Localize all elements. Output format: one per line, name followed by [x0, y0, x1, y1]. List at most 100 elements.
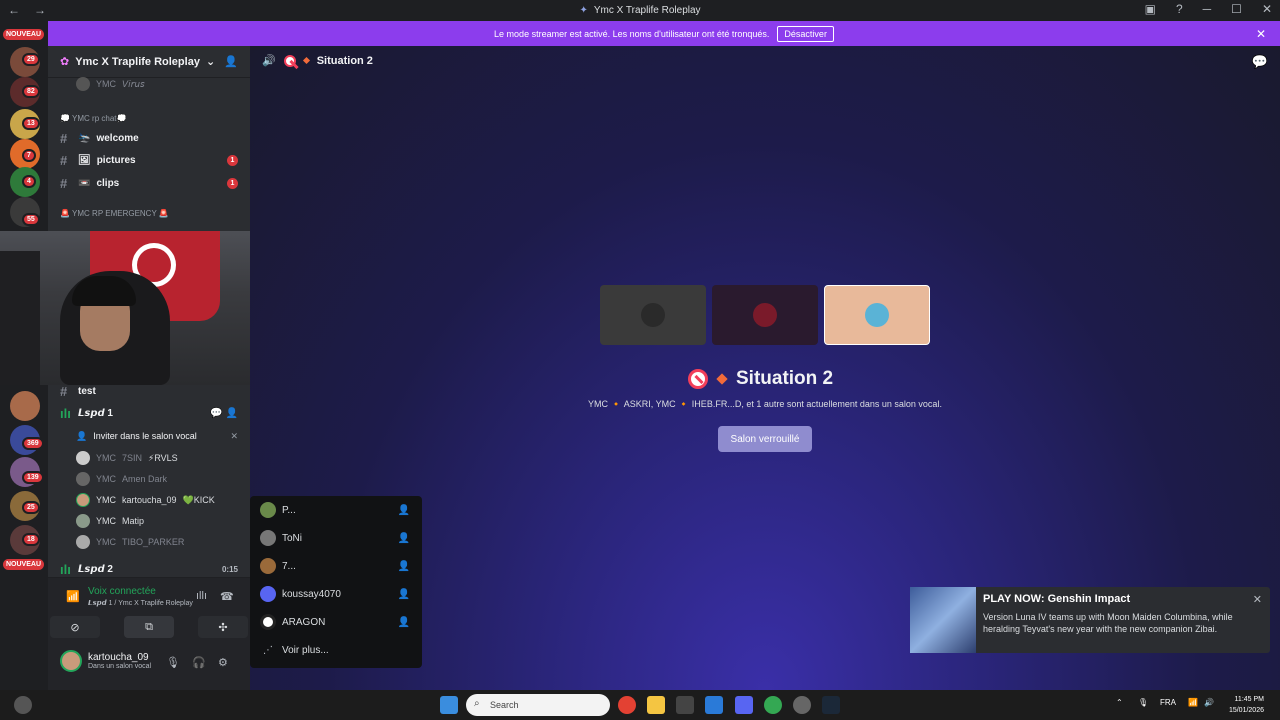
member-name: TIBO_PARKER [122, 537, 185, 547]
voice-member[interactable]: YMC Amen Dark [76, 469, 246, 489]
volume-icon[interactable]: 🔊 [1204, 698, 1214, 707]
user-panel[interactable]: kartoucha_09 Dans un salon vocal [60, 650, 151, 672]
participant-tile[interactable] [712, 285, 818, 345]
video-off-button[interactable]: ⊘ [50, 616, 100, 638]
avatar [76, 77, 90, 91]
member-name: Matip [122, 516, 145, 526]
forward-arrow-icon[interactable]: → [34, 3, 46, 17]
invite-list-item[interactable]: ToNi 👤 [260, 527, 414, 549]
voice-channel-lspd2[interactable]: ılı 𝙇𝙨𝙥𝙙 2 0:15 [56, 559, 246, 579]
minimize-icon[interactable]: ─ [1203, 2, 1212, 16]
channel-welcome[interactable]: # 🛬 welcome [56, 128, 246, 148]
steam-icon[interactable] [822, 696, 840, 714]
store-icon[interactable] [676, 696, 694, 714]
avatar [865, 303, 889, 327]
webcam-chair [0, 251, 40, 385]
language-indicator[interactable]: FRA [1160, 698, 1176, 707]
voice-member[interactable]: YMC 7SIN ⚡RVLS [76, 448, 246, 468]
widgets-icon[interactable] [14, 696, 32, 714]
invite-user-icon[interactable]: 👤 [398, 617, 410, 628]
locked-channel-button[interactable]: Salon verrouillé [718, 426, 812, 452]
inbox-icon[interactable]: ▣ [1145, 2, 1156, 16]
participant-tile[interactable] [600, 285, 706, 345]
headphones-icon[interactable]: 🎧 [192, 656, 206, 669]
voice-member[interactable]: YMC Matip [76, 511, 246, 531]
voice-status[interactable]: Voix connectée [88, 586, 156, 597]
invite-user-icon[interactable]: 👤 [398, 533, 410, 544]
noise-suppression-icon[interactable]: ıllı [196, 590, 207, 602]
invite-user-icon[interactable]: 👤 [398, 589, 410, 600]
screen-share-button[interactable]: ⧉ [124, 616, 174, 638]
channel-name: clips [96, 177, 120, 189]
member-tag: 💚KICK [182, 494, 215, 505]
avatar [76, 514, 90, 528]
invite-name: 7... [282, 560, 296, 572]
server-icon[interactable] [10, 391, 40, 421]
clock[interactable]: 11:45 PM 15/01/2026 [1229, 694, 1264, 716]
avatar [76, 451, 90, 465]
voice-timer: 0:15 [221, 564, 238, 574]
wifi-icon[interactable]: 📶 [1188, 698, 1198, 707]
close-icon[interactable]: ✕ [1256, 27, 1266, 41]
notification-title: PLAY NOW: Genshin Impact [983, 593, 1131, 605]
microphone-icon[interactable]: 🎙 [1138, 698, 1148, 707]
invite-user-icon[interactable]: 👤 [398, 561, 410, 572]
discord-icon[interactable] [735, 696, 753, 714]
signal-icon[interactable]: 📶 [66, 590, 80, 603]
channel-emoji: 📼 [78, 177, 91, 189]
stage-header: 🔊 Situation 2 [262, 54, 373, 67]
invite-list-item[interactable]: P... 👤 [260, 499, 414, 521]
app-icon[interactable] [705, 696, 723, 714]
gear-icon[interactable]: ⚙ [218, 656, 228, 669]
participant-tile[interactable] [824, 285, 930, 345]
chrome-icon[interactable] [764, 696, 782, 714]
invite-list-item[interactable]: 7... 👤 [260, 555, 414, 577]
voice-member[interactable]: YMC 𝘝𝘪𝘳𝘶𝘴 [76, 74, 246, 94]
app-icon[interactable] [793, 696, 811, 714]
invite-user-icon[interactable]: 👤 [398, 505, 410, 516]
disable-streamer-button[interactable]: Désactiver [777, 25, 834, 42]
mention-badge: 82 [22, 85, 40, 98]
speaker-icon: 🔊 [262, 55, 276, 67]
streamer-webcam [0, 231, 273, 385]
taskbar-search[interactable]: ⌕ Search [466, 694, 610, 716]
chrome-icon[interactable] [618, 696, 636, 714]
back-arrow-icon[interactable]: ← [8, 3, 20, 17]
channel-clips[interactable]: # 📼 clips 1 [56, 173, 246, 193]
file-explorer-icon[interactable] [647, 696, 665, 714]
invite-list-item[interactable]: koussay4070 👤 [260, 583, 414, 605]
windows-taskbar: ⌕ Search ⌃ 🎙 FRA 📶 🔊 11:45 PM 15/01/2026 [0, 690, 1280, 720]
channel-pictures[interactable]: # 🖼 pictures 1 [56, 150, 246, 170]
discord-app: ← → ✦ Ymc X Traplife Roleplay ▣ ? ─ ☐ ✕ Le… [0, 0, 1280, 690]
category-chat[interactable]: 💭 YMC rp chat💭 [60, 114, 126, 123]
activities-button[interactable]: ✣ [198, 616, 248, 638]
channel-name: 𝙇𝙨𝙥𝙙 2 [78, 563, 113, 575]
game-notification[interactable]: PLAY NOW: Genshin Impact Version Luna IV… [910, 587, 1270, 653]
diamond-icon [716, 373, 728, 385]
disconnect-icon[interactable]: ☎ [220, 590, 234, 603]
close-window-icon[interactable]: ✕ [1262, 2, 1272, 16]
voice-channel-lspd1[interactable]: ılı 𝙇𝙨𝙥𝙙 1 💬 👤 [56, 403, 246, 423]
start-icon[interactable] [440, 696, 458, 714]
category-emergency[interactable]: 🚨 YMC RP EMERGENCY 🚨 [60, 209, 169, 218]
microphone-icon[interactable]: 🎙 [166, 656, 180, 669]
user-status: Dans un salon vocal [88, 663, 152, 670]
maximize-icon[interactable]: ☐ [1231, 2, 1242, 16]
help-icon[interactable]: ? [1176, 2, 1183, 16]
server-name: Ymc X Traplife Roleplay [75, 55, 200, 68]
avatar [76, 535, 90, 549]
add-member-icon[interactable]: 👤 [224, 55, 238, 68]
chat-and-invite-icons[interactable]: 💬 👤 [210, 408, 238, 419]
close-icon[interactable]: ✕ [230, 431, 238, 442]
invite-list-item[interactable]: ARAGON 👤 [260, 611, 414, 633]
member-prefix: YMC [96, 516, 116, 526]
speaker-icon: ılı [60, 405, 71, 421]
close-icon[interactable]: ✕ [1253, 593, 1262, 606]
invite-to-voice[interactable]: 👤 Inviter dans le salon vocal ✕ [76, 427, 246, 445]
voice-member[interactable]: YMC kartoucha_09 💚KICK [76, 490, 246, 510]
chat-icon[interactable]: 💬 [1252, 54, 1268, 70]
chevron-up-icon[interactable]: ⌃ [1116, 698, 1123, 707]
see-more-item[interactable]: ⋰ Voir plus... [260, 639, 414, 661]
voice-member[interactable]: YMC TIBO_PARKER [76, 532, 246, 552]
no-entry-icon [688, 369, 708, 389]
